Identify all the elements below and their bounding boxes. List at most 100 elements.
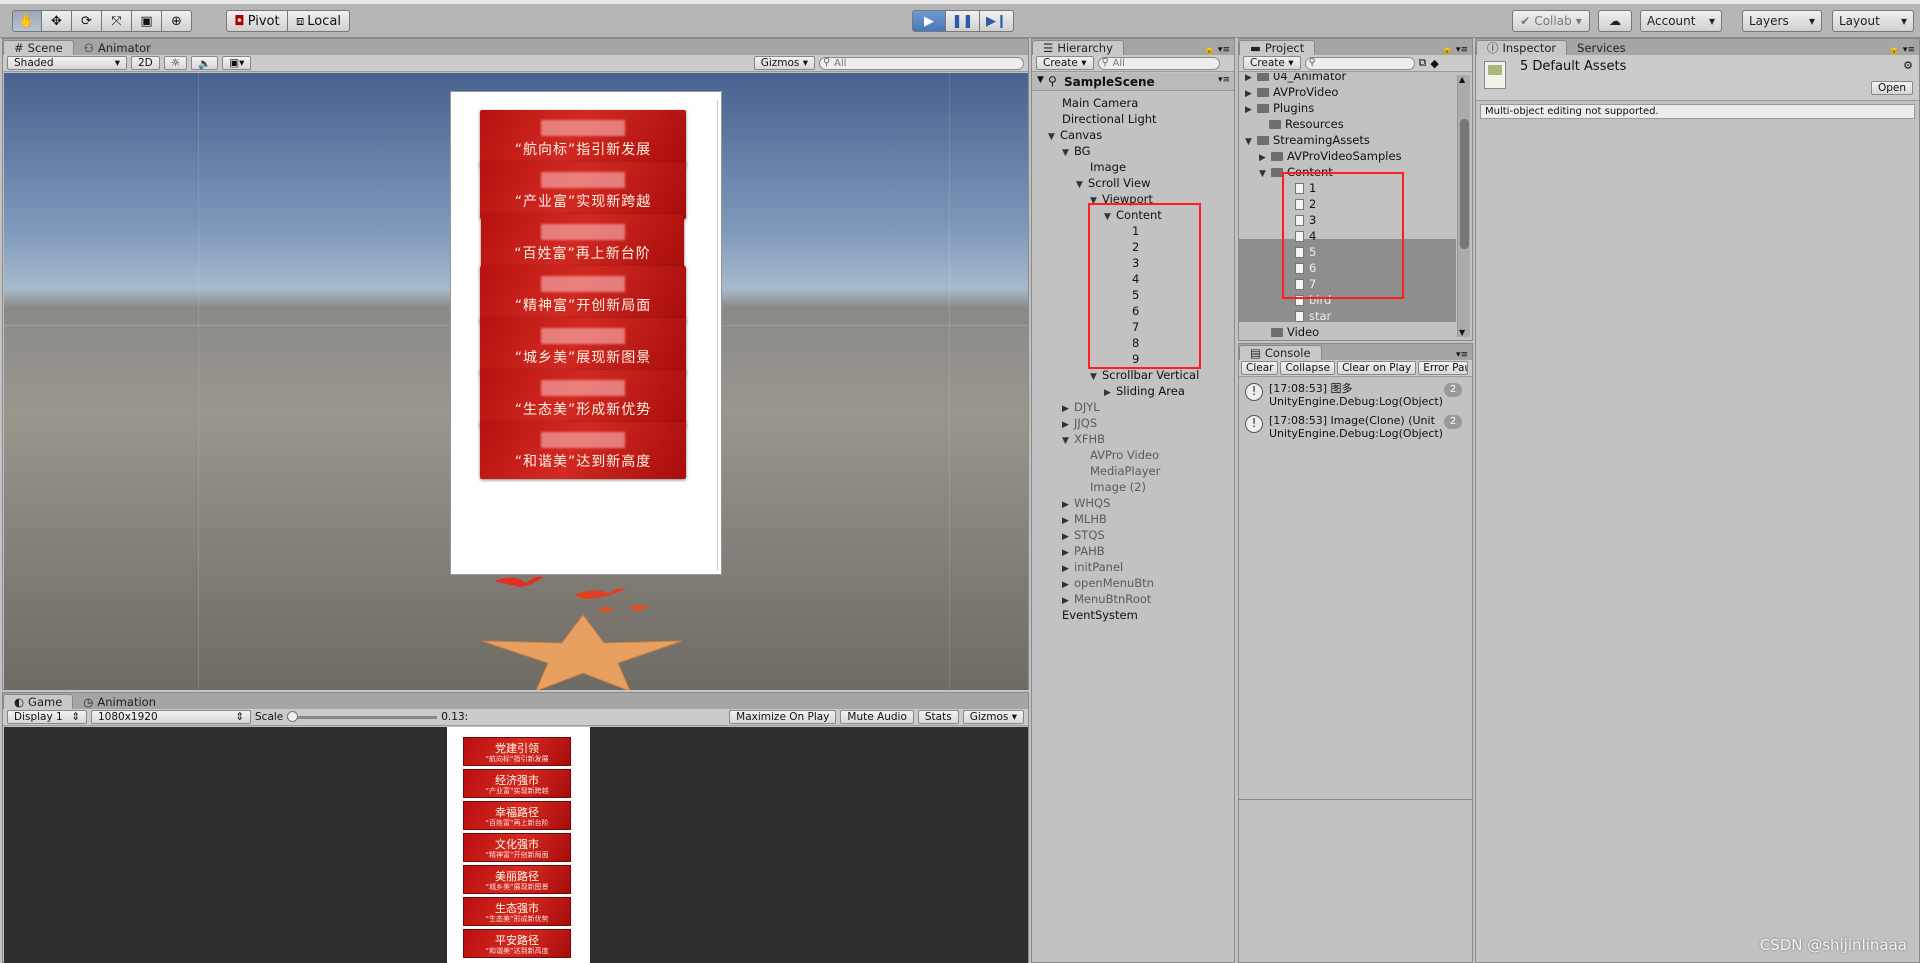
pivot-button[interactable]: ◘ Pivot xyxy=(226,10,288,32)
clear-on-play-button[interactable]: Clear on Play xyxy=(1337,361,1417,375)
hierarchy-item[interactable]: ▶ openMenuBtn xyxy=(1062,575,1154,591)
transform-tool-icon[interactable]: ⊕ xyxy=(162,10,192,32)
settings-gear-icon[interactable]: ⚙ xyxy=(1903,59,1913,72)
error-pause-button[interactable]: Error Pau xyxy=(1418,361,1469,375)
hierarchy-item[interactable]: ▶ JJQS xyxy=(1062,415,1097,431)
project-item[interactable]: Video xyxy=(1259,324,1319,340)
tab-animator[interactable]: ⚇ Animator xyxy=(73,40,161,55)
game-card[interactable]: 文化强市 “精神富”开创新局面 xyxy=(463,833,571,862)
project-item[interactable]: ▶ Plugins xyxy=(1245,100,1314,116)
tree-arrow-icon[interactable]: ▼ xyxy=(1245,134,1257,150)
project-item[interactable]: ▶ AVProVideo xyxy=(1245,84,1338,100)
expanded-arrow-icon[interactable]: ▼ xyxy=(1076,177,1088,193)
collab-button[interactable]: ✔ Collab ▾ xyxy=(1512,10,1590,32)
console-menu-icon[interactable]: ▾≡ xyxy=(1456,350,1472,360)
stats-toggle[interactable]: Stats xyxy=(917,710,959,724)
project-item[interactable]: ▶ AVProVideoSamples xyxy=(1259,148,1402,164)
filter-type-icon[interactable]: ⧉ xyxy=(1419,56,1427,70)
project-item[interactable]: ▼ StreamingAssets xyxy=(1245,132,1370,148)
expanded-arrow-icon[interactable]: ▼ xyxy=(1090,369,1102,385)
hierarchy-item[interactable]: ▼ XFHB xyxy=(1062,431,1105,447)
expanded-arrow-icon[interactable]: ▼ xyxy=(1048,129,1060,145)
project-search-input[interactable] xyxy=(1304,56,1415,70)
tab-scene[interactable]: # Scene xyxy=(3,40,74,55)
console-clear-button[interactable]: Clear xyxy=(1241,361,1279,375)
hierarchy-item[interactable]: ▶ MLHB xyxy=(1062,511,1107,527)
tab-animation[interactable]: ◷ Animation xyxy=(73,694,166,709)
hierarchy-item[interactable]: ▶ STQS xyxy=(1062,527,1105,543)
game-view[interactable]: 党建引领 “航向标”指引新发展 经济强市 “产业富”实现新跨越 幸福路径 “百姓富”再上新… xyxy=(4,727,1028,963)
project-item[interactable]: ▶ 04_Animator xyxy=(1245,73,1346,84)
hierarchy-item[interactable]: ▶ DJYL xyxy=(1062,399,1100,415)
layout-dropdown[interactable]: Layout ▾ xyxy=(1832,10,1914,32)
project-scrollbar[interactable]: ▲ ▼ xyxy=(1457,75,1470,337)
tab-services[interactable]: Services xyxy=(1567,40,1636,55)
hierarchy-item[interactable]: ▶ MenuBtnRoot xyxy=(1062,591,1151,607)
expanded-arrow-icon[interactable]: ▼ xyxy=(1062,145,1074,161)
console-collapse-button[interactable]: Collapse xyxy=(1280,361,1336,375)
game-card[interactable]: 党建引领 “航向标”指引新发展 xyxy=(463,737,571,766)
collapsed-arrow-icon[interactable]: ▶ xyxy=(1104,385,1116,401)
project-item[interactable]: star xyxy=(1283,308,1331,324)
audio-icon[interactable]: 🔈 xyxy=(191,56,219,70)
console-log-entry[interactable]: ! [17:08:53] Image(Clone) (Unit UnityEngin… xyxy=(1243,412,1468,442)
mute-audio-toggle[interactable]: Mute Audio xyxy=(840,710,914,724)
hierarchy-item[interactable]: Image xyxy=(1090,159,1126,175)
scene-search-input[interactable]: All xyxy=(819,56,1024,70)
hierarchy-item[interactable]: ▶ PAHB xyxy=(1062,543,1105,559)
resolution-dropdown[interactable]: 1080x1920 ⇕ xyxy=(91,710,251,724)
game-card[interactable]: 生态强市 “生态美”形成新优势 xyxy=(463,897,571,926)
rotate-tool-icon[interactable]: ⟳ xyxy=(72,10,102,32)
display-dropdown[interactable]: Display 1 ⇕ xyxy=(7,710,87,724)
hierarchy-item[interactable]: Main Camera xyxy=(1062,95,1138,111)
hierarchy-item[interactable]: EventSystem xyxy=(1062,607,1138,623)
play-button[interactable]: ▶ xyxy=(912,10,946,32)
project-item[interactable]: Resources xyxy=(1257,116,1344,132)
shading-mode-dropdown[interactable]: Shaded ▾ xyxy=(7,56,127,70)
game-card[interactable]: 美丽路径 “城乡美”展现新图景 xyxy=(463,865,571,894)
local-button[interactable]: ⧈ Local xyxy=(288,10,350,32)
tab-game[interactable]: ◐ Game xyxy=(3,694,74,709)
gizmos-dropdown[interactable]: Gizmos ▾ xyxy=(753,56,815,70)
tab-project[interactable]: ▬ Project xyxy=(1239,40,1316,55)
hand-tool-icon[interactable]: ✋ xyxy=(12,10,42,32)
project-menu-icon[interactable]: 🔒 ▾≡ xyxy=(1442,45,1472,55)
lighting-icon[interactable]: ☼ xyxy=(163,56,188,70)
filter-label-icon[interactable]: ◆ xyxy=(1430,57,1438,70)
hierarchy-item[interactable]: ▶ Sliding Area xyxy=(1104,383,1185,399)
game-card[interactable]: 平安路径 “和谐美”达到新高度 xyxy=(463,929,571,958)
account-dropdown[interactable]: Account ▾ xyxy=(1640,10,1722,32)
tree-arrow-icon[interactable]: ▶ xyxy=(1245,102,1257,118)
game-card[interactable]: 经济强市 “产业富”实现新跨越 xyxy=(463,769,571,798)
tab-console[interactable]: ▤ Console xyxy=(1239,345,1322,360)
maximize-on-play-toggle[interactable]: Maximize On Play xyxy=(729,710,837,724)
project-scrollbar-thumb[interactable] xyxy=(1460,119,1469,249)
game-card[interactable]: 幸福路径 “百姓富”再上新台阶 xyxy=(463,801,571,830)
hierarchy-item[interactable]: ▶ WHQS xyxy=(1062,495,1110,511)
hierarchy-item[interactable]: ▼ Scrollbar Vertical xyxy=(1090,367,1199,383)
inspector-menu-icon[interactable]: 🔒 ▾≡ xyxy=(1889,45,1919,55)
cloud-icon[interactable]: ☁ xyxy=(1598,10,1632,32)
scale-slider-thumb[interactable] xyxy=(287,710,299,722)
project-create-button[interactable]: Create ▾ xyxy=(1243,56,1301,70)
expanded-arrow-icon[interactable]: ▼ xyxy=(1062,433,1074,449)
hierarchy-item[interactable]: Image (2) xyxy=(1090,479,1146,495)
hierarchy-item[interactable]: Directional Light xyxy=(1062,111,1157,127)
pause-button[interactable]: ❚❚ xyxy=(946,10,980,32)
hierarchy-item[interactable]: ▼ Canvas xyxy=(1048,127,1102,143)
hierarchy-item[interactable]: ▼ Scroll View xyxy=(1076,175,1150,191)
tab-inspector[interactable]: ⓘ Inspector xyxy=(1476,40,1568,55)
game-gizmos-dropdown[interactable]: Gizmos ▾ xyxy=(962,710,1024,724)
scale-slider[interactable] xyxy=(287,710,438,722)
2d-toggle[interactable]: 2D xyxy=(131,56,160,70)
scale-tool-icon[interactable]: ⤧ xyxy=(102,10,132,32)
hierarchy-item[interactable]: ▼ BG xyxy=(1062,143,1091,159)
hierarchy-item[interactable]: ▶ initPanel xyxy=(1062,559,1123,575)
open-button[interactable]: Open xyxy=(1870,81,1913,95)
hierarchy-item[interactable]: MediaPlayer xyxy=(1090,463,1160,479)
effects-icon[interactable]: ▣▾ xyxy=(222,56,252,70)
step-button[interactable]: ▶❙ xyxy=(980,10,1014,32)
hierarchy-item[interactable]: AVPro Video xyxy=(1090,447,1159,463)
tree-arrow-icon[interactable]: ▼ xyxy=(1259,166,1271,182)
move-tool-icon[interactable]: ✥ xyxy=(42,10,72,32)
